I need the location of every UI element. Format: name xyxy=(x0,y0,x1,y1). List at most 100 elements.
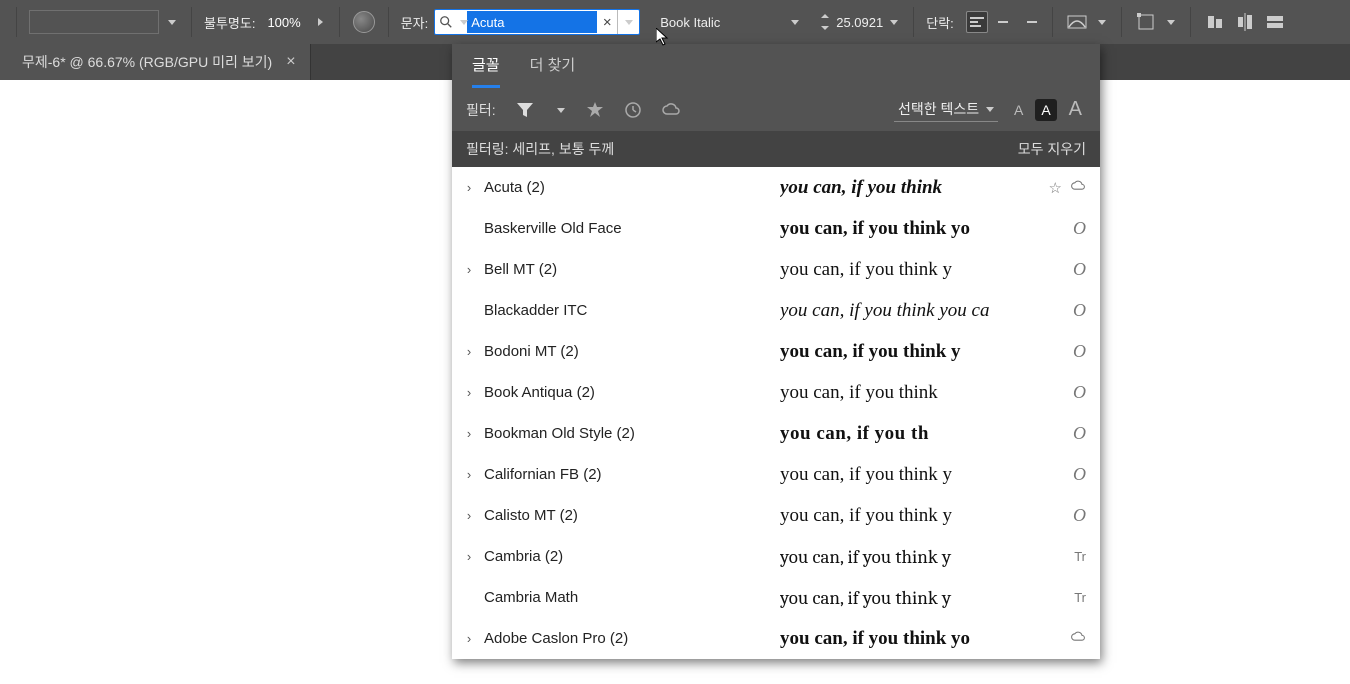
expand-chevron-icon[interactable]: › xyxy=(458,262,480,277)
font-sample: you can, if you think y xyxy=(780,464,1026,486)
opentype-badge-icon: O xyxy=(1073,218,1086,239)
sample-text-select[interactable]: 선택한 텍스트 xyxy=(894,97,998,122)
font-row[interactable]: ›Bookman Old Style (2)you can, if you th… xyxy=(452,413,1100,454)
separator xyxy=(16,7,17,37)
font-badges: ☆ xyxy=(1026,179,1086,197)
chevron-down-icon[interactable] xyxy=(554,103,568,117)
font-row[interactable]: ›Cambria (2)you can, if you think yTr xyxy=(452,536,1100,577)
stepper-icon[interactable] xyxy=(818,12,832,32)
expand-chevron-icon[interactable]: › xyxy=(458,385,480,400)
opentype-badge-icon: O xyxy=(1073,382,1086,403)
search-mode-chevron-icon[interactable] xyxy=(457,15,467,29)
transform-icon[interactable] xyxy=(1134,10,1158,34)
font-row[interactable]: ›Californian FB (2)you can, if you think… xyxy=(452,454,1100,495)
align-center-button[interactable] xyxy=(992,11,1014,33)
activate-cloud-icon[interactable] xyxy=(1070,630,1086,648)
sample-text-select-wrap[interactable]: 선택한 텍스트 xyxy=(894,97,998,122)
font-sample: you can, if you think y xyxy=(780,505,1026,527)
opentype-badge-icon: O xyxy=(1073,464,1086,485)
font-dropdown-toggle[interactable] xyxy=(617,10,639,34)
opacity-value[interactable]: 100% xyxy=(261,15,306,30)
font-style-value: Book Italic xyxy=(660,15,720,30)
chevron-down-icon[interactable] xyxy=(1095,15,1109,29)
font-row[interactable]: Baskerville Old Faceyou can, if you thin… xyxy=(452,208,1100,249)
clear-search-button[interactable]: × xyxy=(597,14,617,31)
tab-fonts[interactable]: 글꼴 xyxy=(472,54,500,88)
separator xyxy=(1052,7,1053,37)
chevron-down-icon[interactable] xyxy=(788,15,802,29)
close-tab-button[interactable]: × xyxy=(286,53,295,71)
font-family-field[interactable]: × xyxy=(434,9,640,35)
expand-chevron-icon[interactable]: › xyxy=(458,344,480,359)
favorite-star-icon[interactable]: ☆ xyxy=(1049,179,1062,197)
expand-chevron-icon[interactable]: › xyxy=(458,508,480,523)
opentype-badge-icon: O xyxy=(1073,341,1086,362)
font-row[interactable]: Blackadder ITCyou can, if you think you … xyxy=(452,290,1100,331)
chevron-down-icon[interactable] xyxy=(1164,15,1178,29)
sample-size-medium[interactable]: A xyxy=(1035,99,1056,121)
font-list[interactable]: ›Acuta (2)you can, if you think☆Baskervi… xyxy=(452,167,1100,659)
filter-status-bar: 필터링: 세리프, 보통 두께 모두 지우기 xyxy=(452,131,1100,167)
warp-options-icon[interactable] xyxy=(1065,10,1089,34)
favorites-filter-button[interactable] xyxy=(584,99,606,121)
font-row[interactable]: Cambria Mathyou can, if you think yTr xyxy=(452,577,1100,618)
expand-chevron-icon[interactable]: › xyxy=(458,631,480,646)
font-family-input[interactable] xyxy=(467,11,597,33)
font-style-field[interactable]: Book Italic xyxy=(646,9,812,35)
font-row[interactable]: ›Acuta (2)you can, if you think☆ xyxy=(452,167,1100,208)
tab-find-more[interactable]: 더 찾기 xyxy=(530,54,576,88)
font-sample: you can, if you th xyxy=(780,423,1026,445)
font-size-field[interactable]: 25.0921 xyxy=(818,12,901,32)
font-name: Bell MT (2) xyxy=(480,261,780,278)
document-tab[interactable]: 무제-6* @ 66.67% (RGB/GPU 미리 보기) × xyxy=(0,44,311,80)
expand-chevron-icon[interactable]: › xyxy=(458,180,480,195)
align-objects-2-icon[interactable] xyxy=(1233,10,1257,34)
clear-filters-button[interactable]: 모두 지우기 xyxy=(1018,139,1086,159)
font-row[interactable]: ›Book Antiqua (2)you can, if you thinkO xyxy=(452,372,1100,413)
font-badges: O xyxy=(1026,423,1086,444)
font-badges xyxy=(1026,630,1086,648)
font-sample: you can, if you think yo xyxy=(780,628,1026,650)
align-objects-3-icon[interactable] xyxy=(1263,10,1287,34)
truetype-badge-icon: Tr xyxy=(1074,549,1086,564)
font-row[interactable]: ›Adobe Caslon Pro (2)you can, if you thi… xyxy=(452,618,1100,659)
expand-chevron-icon[interactable]: › xyxy=(458,467,480,482)
opentype-badge-icon: O xyxy=(1073,259,1086,280)
paragraph-label: 단락: xyxy=(926,13,954,32)
font-name: Californian FB (2) xyxy=(480,466,780,483)
swatch-preview[interactable] xyxy=(29,10,159,34)
align-left-button[interactable] xyxy=(966,11,988,33)
align-objects-1-icon[interactable] xyxy=(1203,10,1227,34)
font-badges: O xyxy=(1026,218,1086,239)
sample-size-small[interactable]: A xyxy=(1010,100,1027,120)
font-sample: you can, if you think xyxy=(780,177,1026,199)
font-badges: O xyxy=(1026,341,1086,362)
truetype-badge-icon: Tr xyxy=(1074,590,1086,605)
recent-filter-button[interactable] xyxy=(622,99,644,121)
sample-size-large[interactable]: A xyxy=(1065,96,1086,123)
separator xyxy=(913,7,914,37)
chevron-down-icon[interactable] xyxy=(887,15,901,29)
font-filter-row: 필터: 선택한 텍스트 A A A xyxy=(452,88,1100,131)
align-right-button[interactable] xyxy=(1018,11,1040,33)
chevron-right-icon[interactable] xyxy=(313,15,327,29)
character-label: 문자: xyxy=(401,13,429,32)
filter-status-prefix: 필터링: xyxy=(466,139,509,159)
expand-chevron-icon[interactable]: › xyxy=(458,549,480,564)
expand-chevron-icon[interactable]: › xyxy=(458,426,480,441)
activated-fonts-filter-button[interactable] xyxy=(660,99,682,121)
font-size-value[interactable]: 25.0921 xyxy=(836,15,883,30)
style-sphere-icon[interactable] xyxy=(352,10,376,34)
chevron-down-icon[interactable] xyxy=(165,15,179,29)
activate-cloud-icon[interactable] xyxy=(1070,179,1086,197)
font-picker-panel: 글꼴 더 찾기 필터: 선택한 텍스트 A A A xyxy=(452,44,1100,659)
font-name: Calisto MT (2) xyxy=(480,507,780,524)
font-row[interactable]: ›Bodoni MT (2)you can, if you think yO xyxy=(452,331,1100,372)
separator xyxy=(388,7,389,37)
document-tab-title: 무제-6* @ 66.67% (RGB/GPU 미리 보기) xyxy=(22,52,272,72)
font-sample: you can, if you think y xyxy=(780,546,1026,568)
font-row[interactable]: ›Bell MT (2)you can, if you think yO xyxy=(452,249,1100,290)
font-row[interactable]: ›Calisto MT (2)you can, if you think yO xyxy=(452,495,1100,536)
filter-classification-button[interactable] xyxy=(512,99,538,121)
filter-label: 필터: xyxy=(466,100,496,120)
